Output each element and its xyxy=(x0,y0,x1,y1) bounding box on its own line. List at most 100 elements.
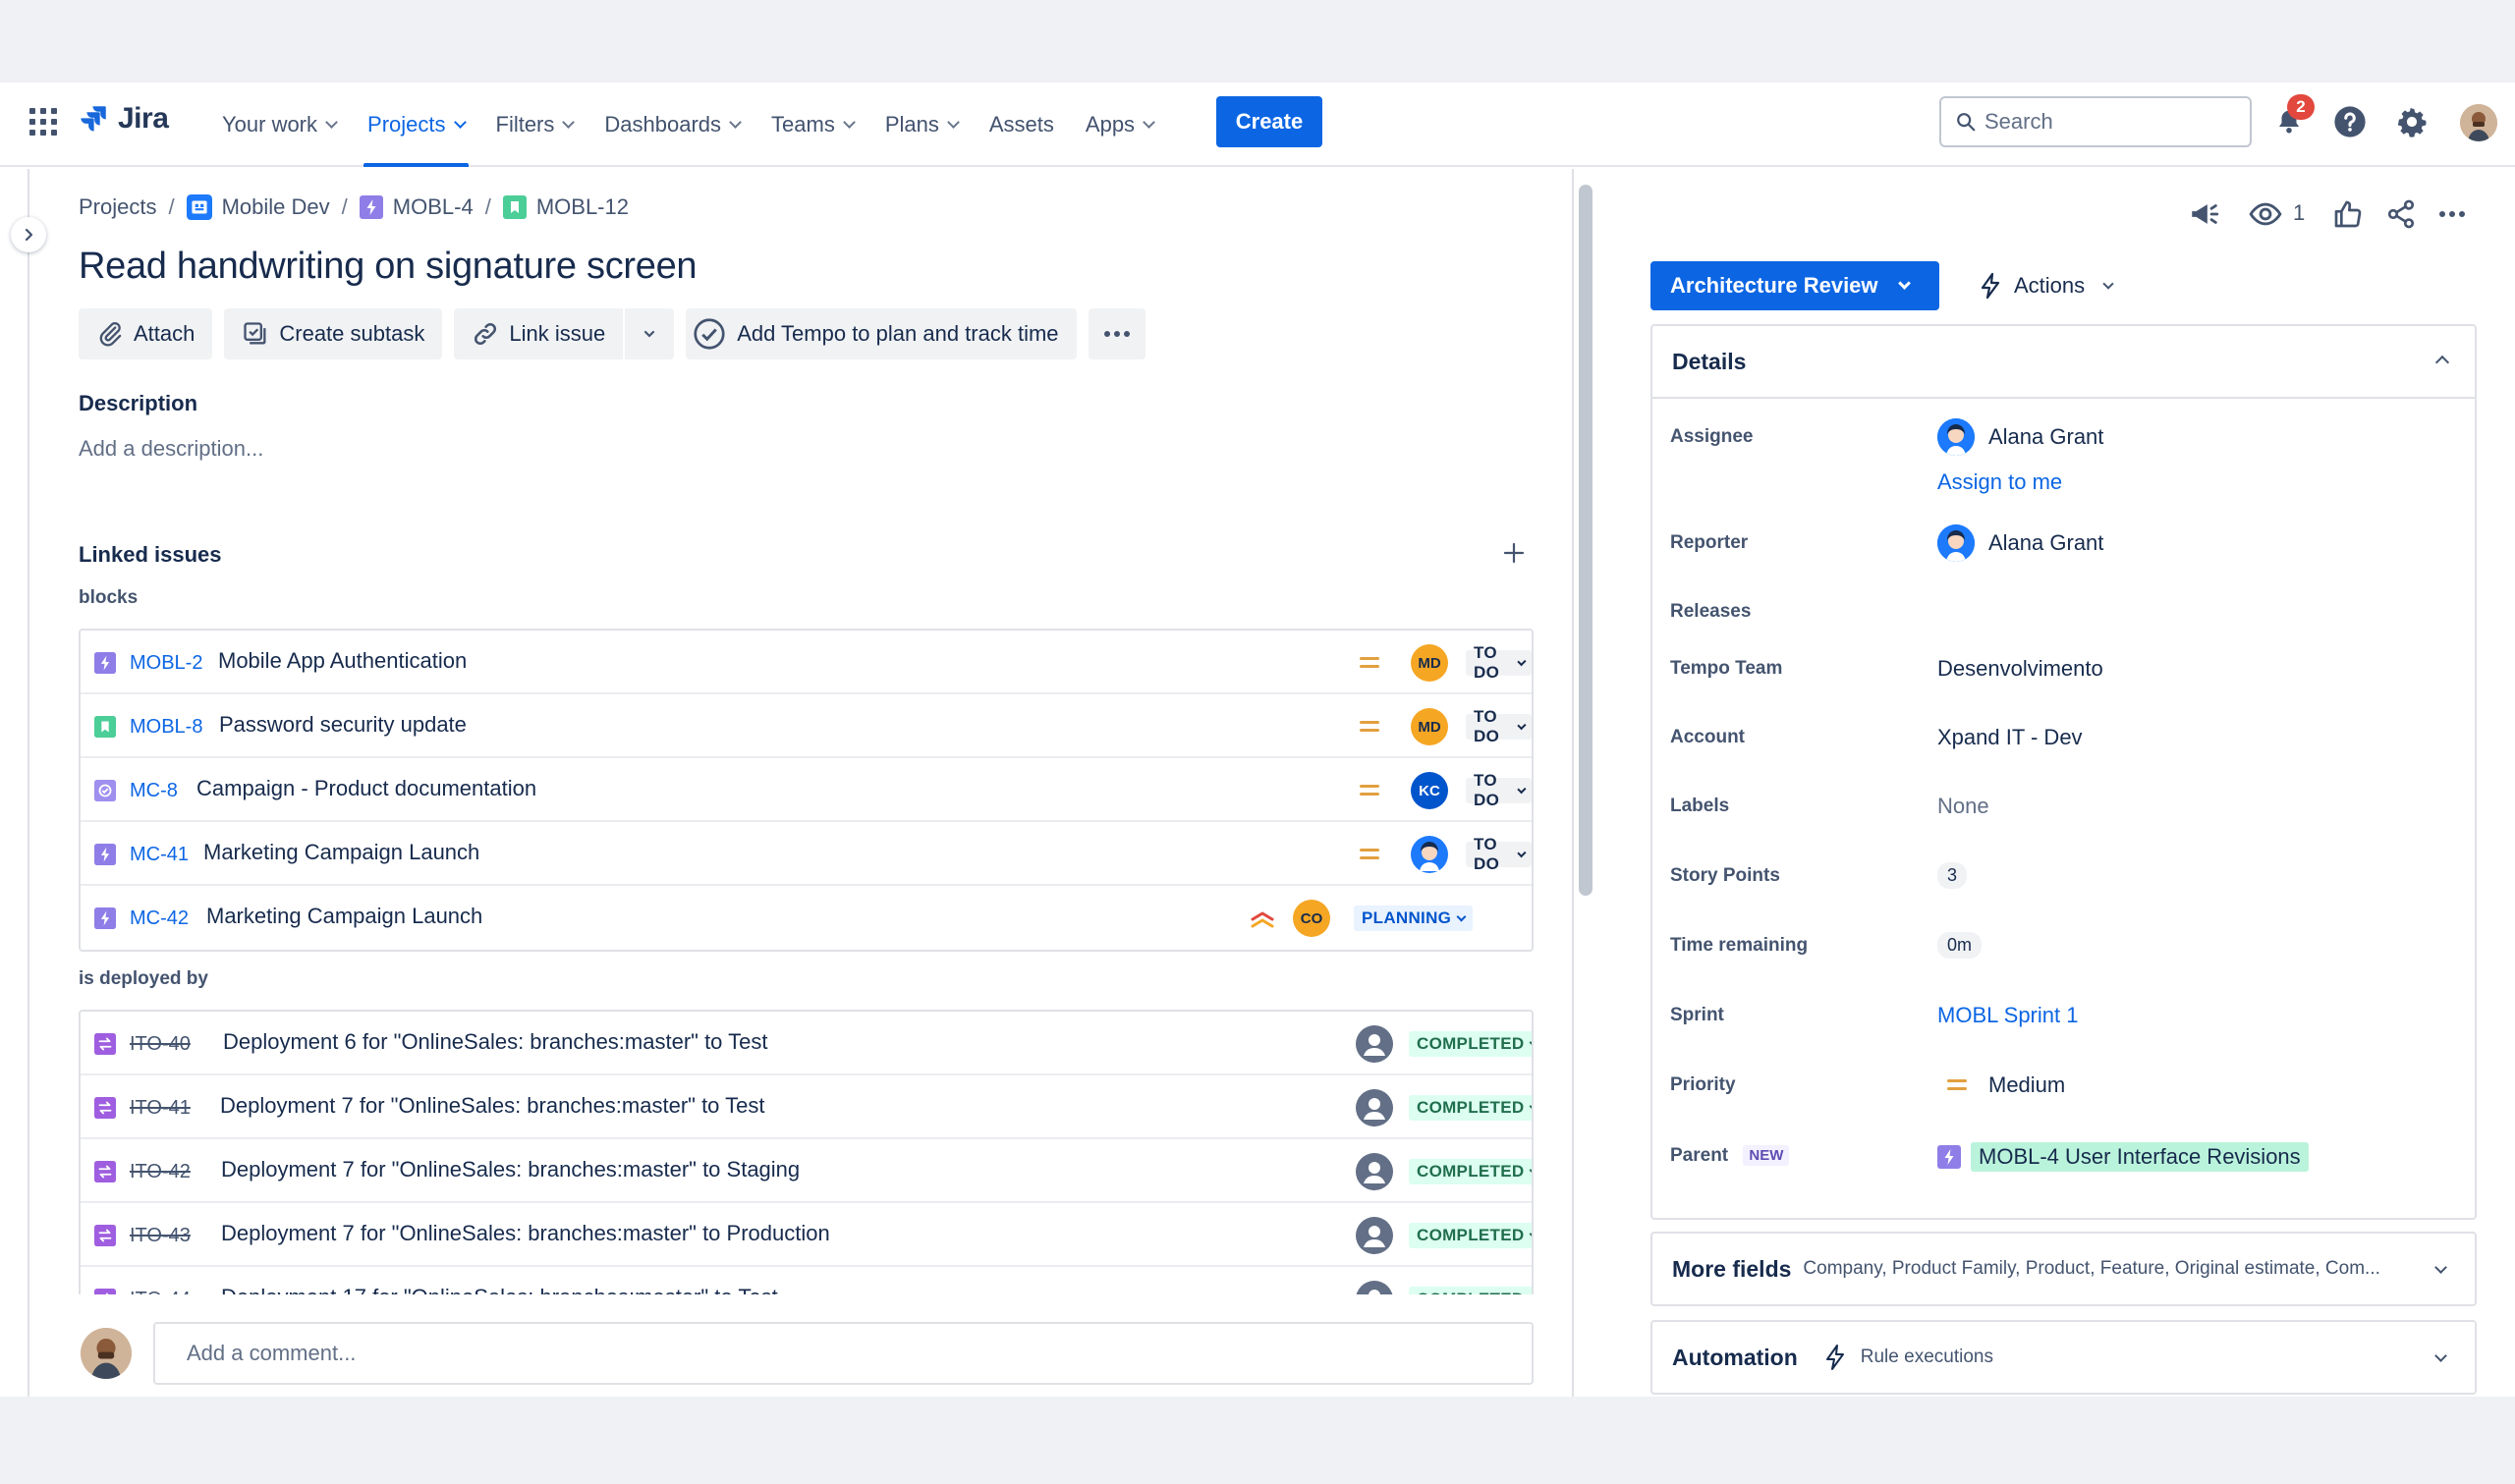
status-lozenge[interactable]: TO DO xyxy=(1466,835,1532,873)
attach-button[interactable]: Attach xyxy=(79,308,213,359)
linked-issue-key[interactable]: MC-8 xyxy=(130,780,178,802)
breadcrumb-parent-issue[interactable]: MOBL-4 xyxy=(359,194,474,220)
assignee-avatar[interactable] xyxy=(1356,1217,1393,1254)
create-button[interactable]: Create xyxy=(1216,96,1322,147)
watch-eye-icon[interactable] xyxy=(2248,196,2283,232)
feedback-megaphone-icon[interactable] xyxy=(2187,196,2222,232)
tempo-button[interactable]: Add Tempo to plan and track time xyxy=(686,308,1077,359)
linked-issue-row[interactable]: MOBL-8 Password security update MD TO DO xyxy=(81,694,1532,758)
linked-issue-key[interactable]: MOBL-8 xyxy=(130,716,202,739)
status-lozenge[interactable]: TO DO xyxy=(1466,643,1532,682)
linked-issue-key[interactable]: MOBL-2 xyxy=(130,652,202,675)
help-icon[interactable] xyxy=(2332,104,2368,139)
automation-section[interactable]: Automation Rule executions xyxy=(1650,1320,2477,1395)
assign-to-me-link[interactable]: Assign to me xyxy=(1937,469,2062,495)
main-scrollbar-thumb[interactable] xyxy=(1579,185,1593,896)
assignee-avatar[interactable] xyxy=(1411,836,1448,873)
vote-thumbs-up-icon[interactable] xyxy=(2330,196,2366,232)
link-issue-dropdown-button[interactable] xyxy=(625,308,675,359)
linked-issue-row[interactable]: ITO-42 Deployment 7 for "OnlineSales: bra… xyxy=(81,1139,1532,1203)
assignee-avatar[interactable]: CO xyxy=(1293,900,1330,937)
linked-issue-row[interactable]: ITO-44 Deployment 17 for "OnlineSales: br… xyxy=(81,1267,1532,1294)
time-remaining-field[interactable]: 0m xyxy=(1937,932,1983,959)
linked-issue-summary[interactable]: Deployment 7 for "OnlineSales: branches:… xyxy=(221,1221,830,1246)
add-linked-issue-icon[interactable] xyxy=(1499,538,1529,568)
status-lozenge[interactable]: TO DO xyxy=(1466,707,1532,745)
more-fields-section[interactable]: More fields Company, Product Family, Pro… xyxy=(1650,1232,2477,1306)
story-points-field[interactable]: 3 xyxy=(1937,862,1968,889)
jira-logo[interactable]: Jira xyxy=(77,102,169,136)
priority-field[interactable]: Medium xyxy=(1937,1072,2065,1098)
assignee-avatar[interactable] xyxy=(1356,1025,1393,1063)
breadcrumb-projects[interactable]: Projects xyxy=(79,194,156,220)
expand-sidebar-button[interactable] xyxy=(11,217,46,252)
linked-issue-summary[interactable]: Deployment 7 for "OnlineSales: branches:… xyxy=(221,1157,800,1182)
assignee-avatar[interactable] xyxy=(1356,1281,1393,1294)
nav-item-filters[interactable]: Filters xyxy=(480,82,589,167)
more-actions-button[interactable] xyxy=(1088,308,1146,359)
nav-item-teams[interactable]: Teams xyxy=(755,82,869,167)
nav-item-assets[interactable]: Assets xyxy=(974,82,1070,167)
linked-issue-row[interactable]: ITO-41 Deployment 7 for "OnlineSales: bra… xyxy=(81,1075,1532,1139)
linked-issue-row[interactable]: MC-42 Marketing Campaign Launch CO PLANNING xyxy=(81,886,1532,950)
breadcrumb-project[interactable]: Mobile Dev xyxy=(186,194,330,220)
status-lozenge[interactable]: COMPLETED xyxy=(1409,1095,1532,1121)
linked-issue-key[interactable]: ITO-41 xyxy=(130,1097,191,1120)
assignee-field[interactable]: Alana Grant xyxy=(1937,418,2103,456)
linked-issue-key[interactable]: MC-42 xyxy=(130,907,189,930)
comment-input[interactable]: Add a comment... xyxy=(153,1322,1534,1385)
assignee-avatar[interactable] xyxy=(1356,1089,1393,1127)
linked-issue-summary[interactable]: Mobile App Authentication xyxy=(218,648,467,674)
linked-issue-summary[interactable]: Password security update xyxy=(219,712,467,738)
linked-issue-summary[interactable]: Marketing Campaign Launch xyxy=(203,840,479,865)
linked-issue-row[interactable]: MC-41 Marketing Campaign Launch TO DO xyxy=(81,822,1532,886)
linked-issue-summary[interactable]: Deployment 6 for "OnlineSales: branches:… xyxy=(223,1029,767,1055)
chevron-up-icon[interactable] xyxy=(2434,355,2450,370)
labels-value[interactable]: None xyxy=(1937,794,1989,819)
link-issue-button[interactable]: Link issue xyxy=(454,308,624,359)
assignee-avatar[interactable]: KC xyxy=(1411,772,1448,809)
linked-issue-row[interactable]: ITO-43 Deployment 7 for "OnlineSales: bra… xyxy=(81,1203,1532,1267)
linked-issue-summary[interactable]: Marketing Campaign Launch xyxy=(206,904,482,929)
linked-issue-summary[interactable]: Deployment 7 for "OnlineSales: branches:… xyxy=(220,1093,764,1119)
assignee-avatar[interactable]: MD xyxy=(1411,708,1448,745)
search-input[interactable]: Search xyxy=(1939,96,2252,147)
status-lozenge[interactable]: COMPLETED xyxy=(1409,1287,1532,1294)
linked-issue-key[interactable]: ITO-40 xyxy=(130,1033,191,1056)
linked-issue-summary[interactable]: Campaign - Product documentation xyxy=(196,776,536,801)
issue-title[interactable]: Read handwriting on signature screen xyxy=(79,246,698,288)
nav-item-dashboards[interactable]: Dashboards xyxy=(588,82,755,167)
description-input[interactable]: Add a description... xyxy=(79,436,263,462)
linked-issue-row[interactable]: ITO-40 Deployment 6 for "OnlineSales: bra… xyxy=(81,1012,1532,1075)
status-lozenge[interactable]: COMPLETED xyxy=(1409,1031,1532,1057)
linked-issue-row[interactable]: MC-8 Campaign - Product documentation KC TO… xyxy=(81,758,1532,822)
account-value[interactable]: Xpand IT - Dev xyxy=(1937,725,2083,750)
status-lozenge[interactable]: COMPLETED xyxy=(1409,1223,1532,1248)
linked-issue-summary[interactable]: Deployment 17 for "OnlineSales: branches… xyxy=(221,1285,778,1294)
linked-issue-row[interactable]: MOBL-2 Mobile App Authentication MD TO DO xyxy=(81,631,1532,694)
settings-gear-icon[interactable] xyxy=(2394,104,2430,139)
create-subtask-button[interactable]: Create subtask xyxy=(224,308,443,359)
linked-issue-key[interactable]: ITO-42 xyxy=(130,1161,191,1183)
status-lozenge[interactable]: COMPLETED xyxy=(1409,1159,1532,1184)
tempo-team-value[interactable]: Desenvolvimento xyxy=(1937,656,2103,682)
linked-issue-key[interactable]: ITO-43 xyxy=(130,1225,191,1247)
assignee-avatar[interactable] xyxy=(1356,1153,1393,1190)
actions-button[interactable]: Actions xyxy=(1969,261,2122,310)
status-lozenge[interactable]: PLANNING xyxy=(1354,906,1474,931)
nav-item-plans[interactable]: Plans xyxy=(869,82,974,167)
status-lozenge[interactable]: TO DO xyxy=(1466,771,1532,809)
breadcrumb-current-issue[interactable]: MOBL-12 xyxy=(502,194,629,220)
assignee-avatar[interactable]: MD xyxy=(1411,644,1448,682)
reporter-field[interactable]: Alana Grant xyxy=(1937,524,2103,562)
profile-avatar[interactable] xyxy=(2460,104,2497,141)
linked-issue-key[interactable]: MC-41 xyxy=(130,844,189,866)
sprint-link[interactable]: MOBL Sprint 1 xyxy=(1937,1003,2078,1028)
details-header[interactable]: Details xyxy=(1652,326,2475,399)
share-icon[interactable] xyxy=(2383,196,2419,232)
nav-item-your-work[interactable]: Your work xyxy=(206,82,352,167)
nav-item-projects[interactable]: Projects xyxy=(352,82,479,167)
workflow-status-button[interactable]: Architecture Review xyxy=(1650,261,1939,310)
linked-issue-key[interactable]: ITO-44 xyxy=(130,1289,191,1294)
app-switcher-icon[interactable] xyxy=(29,108,57,136)
